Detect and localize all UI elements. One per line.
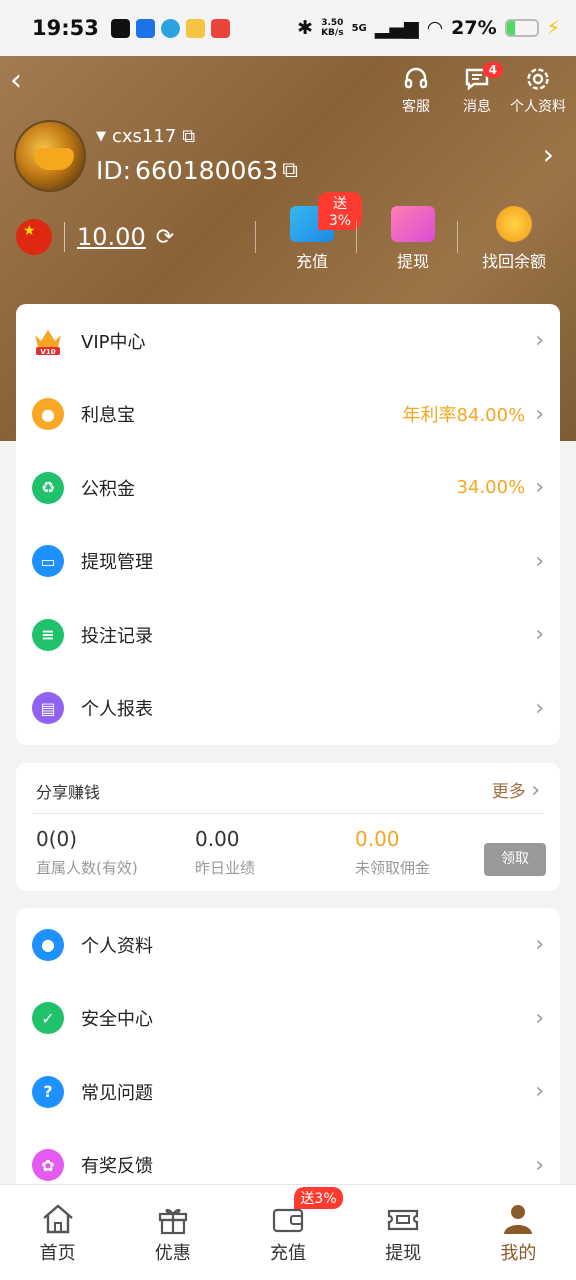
user-id-row: ID: 660180063 ⧉ [96,156,298,185]
signal-icon: ▂▄▆ [374,17,419,39]
menu-item-faq[interactable]: ? 常见问题 › [16,1055,560,1129]
chevron-right-icon: › [535,475,544,501]
magnifier-coin-icon [496,206,532,242]
status-bar: 19:53 ✱ 3.50 KB/s 5G ▂▄▆ ◠ 27% ⚡ [0,0,576,56]
chevron-right-icon: › [535,1005,544,1031]
customer-service-button[interactable]: 客服 [382,66,450,116]
recharge-button[interactable]: 充值 送3% [262,192,362,272]
chevron-right-icon: › [535,401,544,427]
tab-home[interactable]: 首页 [0,1185,115,1280]
claim-button[interactable]: 领取 [484,843,546,876]
balance-amount: 10.00 [77,223,146,251]
report-icon: ▤ [32,692,64,725]
chevron-right-icon: › [535,328,544,354]
interest-rate: 年利率84.00% [402,405,526,427]
battery-percent: 27% [451,17,497,39]
user-id: 660180063 [135,156,279,185]
withdraw-icon [388,1209,419,1231]
menu-item-personal-info[interactable]: ● 个人资料 › [16,908,560,982]
network-speed: 3.50 KB/s [321,18,344,38]
username-row: ▼ cxs117 ⧉ [96,126,195,147]
network-type: 5G [351,22,367,34]
wallet-icon: ▭ [32,545,64,578]
menu-item-personal-report[interactable]: ▤ 个人报表 › [16,672,560,746]
profile-icon [504,1205,533,1234]
battery-icon [504,19,539,37]
question-icon: ? [32,1075,64,1108]
headset-icon [404,67,428,89]
gear-icon [527,68,549,90]
menu-item-bet-records[interactable]: ≡ 投注记录 › [16,598,560,672]
withdraw-button[interactable]: 提现 [363,206,463,272]
chevron-right-icon: › [535,1079,544,1105]
chevron-right-icon: › [535,622,544,648]
notification-icons [110,18,230,38]
chevron-right-icon: › [535,548,544,574]
heart-icon: ▼ [96,129,106,144]
chevron-right-icon: › [535,695,544,721]
share-more-link[interactable]: 更多 › [492,777,540,803]
share-earn-card: 分享赚钱 更多 › 0(0) 直属人数(有效) 0.00 昨日业绩 0.00 未… [16,763,560,891]
username: cxs117 [112,126,177,147]
copy-id-icon[interactable]: ⧉ [282,158,298,183]
home-icon [42,1204,73,1234]
menu-item-withdraw-management[interactable]: ▭ 提现管理 › [16,525,560,599]
message-badge: 4 [482,62,503,78]
vip-crown-icon: V10 [32,325,64,357]
withdraw-icon [391,206,435,242]
chevron-right-icon: › [535,932,544,958]
fund-rate: 34.00% [456,477,526,499]
refresh-icon[interactable]: ⟳ [156,225,174,250]
id-label: ID: [96,156,132,185]
telegram-icon [160,18,180,38]
account-menu: V10 VIP中心 › ● 利息宝 年利率84.00% › ♻ 公积金 34.0… [16,304,560,745]
share-title: 分享赚钱 [36,783,101,802]
tab-mine[interactable]: 我的 [461,1185,576,1280]
wifi-icon: ◠ [426,17,444,39]
menu-item-security-center[interactable]: ✓ 安全中心 › [16,982,560,1056]
svg-text:V10: V10 [40,348,55,356]
recover-balance-button[interactable]: 找回余额 [464,206,564,272]
messages-button[interactable]: 消息 4 [443,62,511,116]
piggy-bank-icon: ● [32,398,64,431]
app-icon [135,18,155,38]
chevron-right-icon: › [535,1152,544,1178]
unclaimed-commission-stat: 0.00 未领取佣金 [355,827,431,877]
profile-chevron-icon[interactable]: › [543,138,554,171]
settings-menu: ● 个人资料 › ✓ 安全中心 › ? 常见问题 › ✿ 有奖反馈 › [16,908,560,1208]
gift-box-icon [158,1208,187,1235]
gift-icon: ✿ [32,1149,64,1182]
user-icon: ● [32,928,64,961]
record-icon: ≡ [32,618,64,651]
tab-recharge[interactable]: 充值 送3% [230,1185,345,1280]
balance-row: ★ 10.00 ⟳ [16,219,174,255]
back-button[interactable]: ‹ [10,64,50,104]
avatar[interactable] [14,120,86,192]
chevron-right-icon: › [531,778,540,803]
bluetooth-icon: ✱ [297,17,314,39]
direct-members-stat: 0(0) 直属人数(有效) [36,827,138,877]
menu-item-interest[interactable]: ● 利息宝 年利率84.00% › [16,378,560,452]
menu-item-vip-center[interactable]: V10 VIP中心 › [16,304,560,378]
fund-icon: ♻ [32,471,64,504]
tab-promotions[interactable]: 优惠 [115,1185,230,1280]
yesterday-performance-stat: 0.00 昨日业绩 [195,827,256,877]
menu-item-provident-fund[interactable]: ♻ 公积金 34.00% › [16,451,560,525]
copy-username-icon[interactable]: ⧉ [182,126,195,147]
clock: 19:53 [32,16,99,40]
charging-icon: ⚡ [546,17,560,39]
notes-icon [185,18,205,38]
recharge-tab-bonus-tag: 送3% [294,1187,343,1209]
china-flag-icon: ★ [16,219,52,255]
shield-icon: ✓ [32,1002,64,1035]
bottom-tab-bar: 首页 优惠 充值 送3% 提现 我的 [0,1184,576,1280]
tab-withdraw[interactable]: 提现 [346,1185,461,1280]
tiktok-icon [110,18,130,38]
profile-settings-button[interactable]: 个人资料 [504,66,572,116]
shop-icon [210,18,230,38]
